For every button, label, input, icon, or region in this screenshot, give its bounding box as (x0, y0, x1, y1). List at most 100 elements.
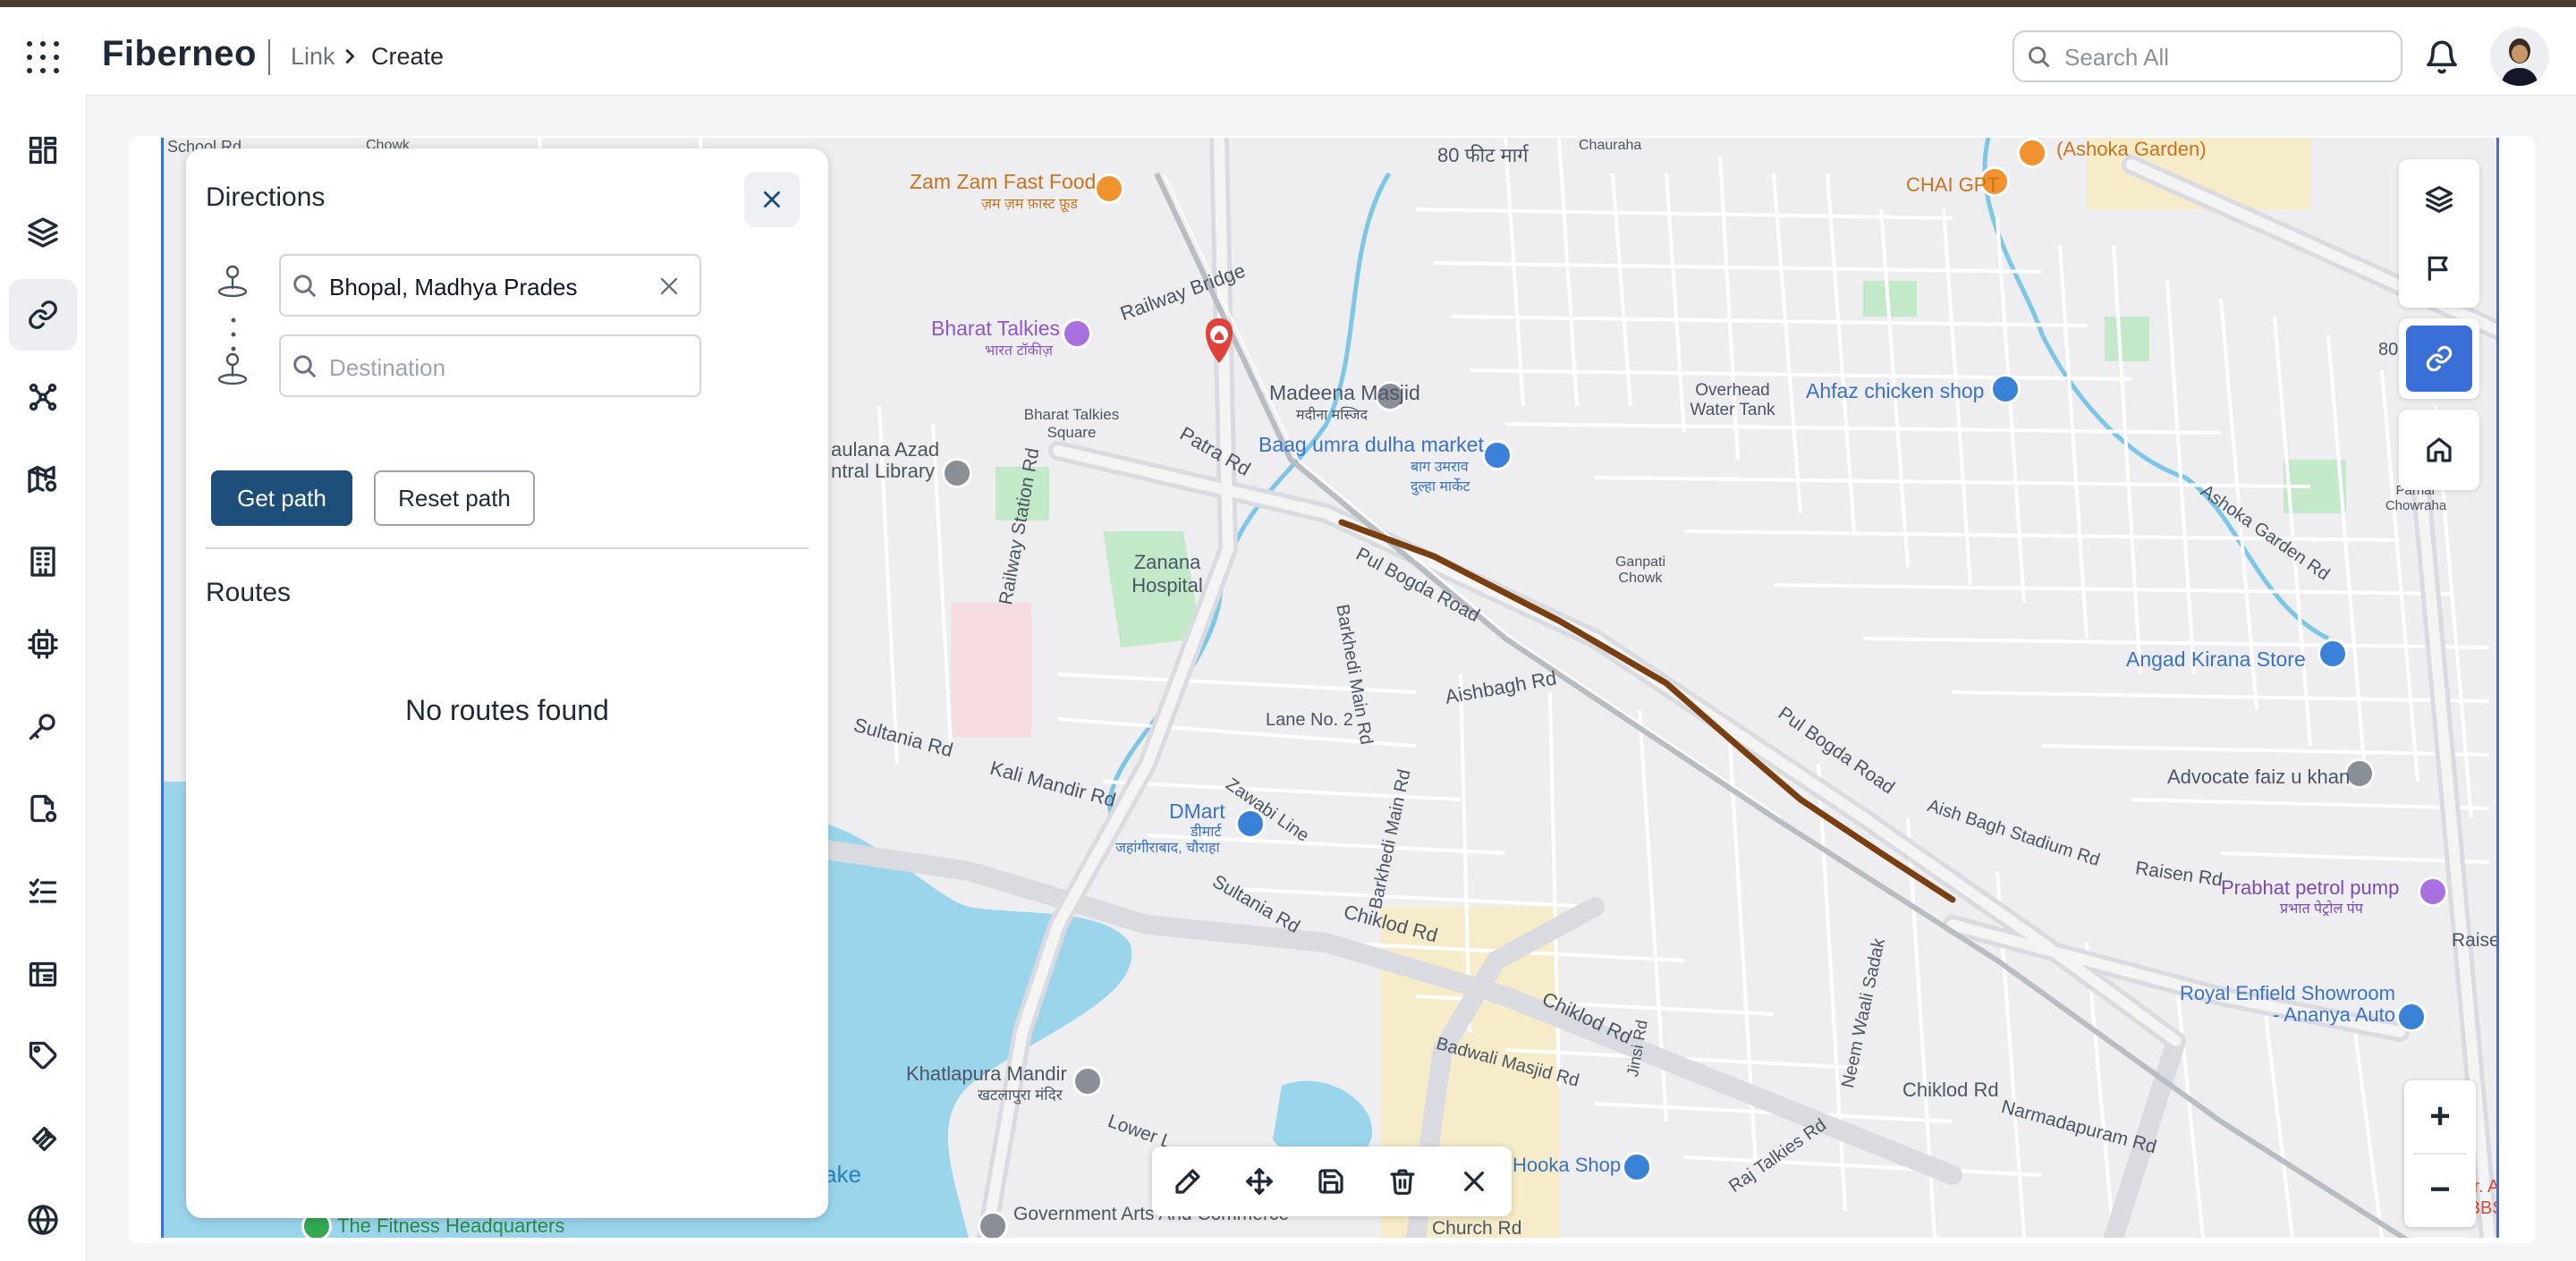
map-label: Bharat Talkies (931, 317, 1061, 340)
angad-store-poi-icon[interactable] (2318, 639, 2348, 669)
sidebar-item-map-settings[interactable] (9, 444, 77, 515)
sidebar-item-box[interactable] (9, 937, 77, 1009)
map-label: Raisen (2452, 930, 2499, 951)
map-label: Advocate faiz u khan (2167, 766, 2351, 788)
globe-icon (28, 1205, 58, 1235)
get-path-button[interactable]: Get path (211, 470, 352, 526)
map-label: ntral Library (831, 460, 936, 482)
ahfaz-shop-poi-icon[interactable] (1990, 374, 2021, 404)
sidebar-item-document-settings[interactable] (9, 773, 77, 844)
delete-button[interactable] (1367, 1147, 1438, 1216)
petrol-pump-poi-icon[interactable] (2418, 876, 2448, 907)
sidebar-item-globe[interactable] (9, 1184, 77, 1256)
sidebar-item-wrench[interactable] (9, 1102, 77, 1173)
network-icon (29, 383, 57, 411)
map-label: Khatlapura Mandir (906, 1062, 1067, 1085)
clear-icon[interactable] (658, 275, 680, 297)
trash-icon (1390, 1169, 1415, 1195)
home-button[interactable] (2399, 410, 2479, 490)
brand-separator (268, 39, 270, 75)
close-icon (764, 191, 780, 207)
link-tool-button[interactable] (2406, 326, 2472, 392)
chevron-right-icon (345, 48, 355, 64)
link-icon (29, 300, 57, 329)
map-label: 80 (2378, 340, 2399, 360)
sidebar-item-layers[interactable] (9, 197, 77, 268)
dashboard-icon (29, 136, 57, 165)
key-icon (29, 714, 55, 741)
bell-icon[interactable] (2424, 39, 2460, 75)
destination-field[interactable]: Destination (279, 334, 701, 397)
hooka-shop-poi-icon[interactable] (1622, 1152, 1652, 1182)
wrench-icon (31, 1126, 57, 1152)
layers-icon (2426, 186, 2453, 213)
map-label: Zanana Hospital (1131, 551, 1203, 597)
flag-button[interactable] (2399, 227, 2479, 308)
apps-grid-icon[interactable] (25, 39, 61, 75)
sidebar-item-key[interactable] (9, 690, 77, 762)
sidebar-item-network[interactable] (9, 361, 77, 433)
link-icon (2426, 345, 2453, 372)
royal-enfield-poi-icon[interactable] (2396, 1002, 2427, 1032)
search-icon (2029, 47, 2050, 68)
map-label: Prabhat petrol pump (2221, 876, 2400, 899)
map-label: ake (824, 1161, 861, 1188)
building-icon (30, 546, 55, 577)
sidebar-item-building[interactable] (9, 526, 77, 597)
map-label: खटलापुरा मंदिर (978, 1087, 1063, 1104)
user-avatar[interactable] (2490, 27, 2549, 86)
pink-area (951, 603, 1031, 737)
map-label: Ganpati Chowk (1614, 554, 1666, 586)
map-label: 80 फीट मार्ग (1437, 144, 1529, 166)
restaurant-poi-icon[interactable] (1094, 173, 1124, 204)
sidebar-item-dashboard[interactable] (9, 114, 77, 186)
box-icon (29, 961, 57, 987)
map-label: Chauraha (1579, 138, 1642, 153)
map-label: Lane No. 2 (1266, 710, 1353, 730)
library-poi-icon[interactable] (942, 458, 972, 488)
directions-title: Directions (206, 182, 326, 212)
top-header: Fiberneo Link Create (27, 7, 2576, 96)
search-input[interactable] (2063, 39, 2388, 75)
source-field[interactable]: Bhopal, Madhya Prades (279, 254, 701, 317)
sidebar-item-chip[interactable] (9, 608, 77, 680)
move-icon (1246, 1168, 1273, 1195)
brand-logo[interactable]: Fiberneo (102, 34, 257, 74)
map-label: जहांगीराबाद, चौराहा (1115, 841, 1220, 856)
zoom-out-button[interactable]: − (2404, 1154, 2476, 1225)
map-control-group (2399, 159, 2479, 308)
map-label: - Ananya Auto (2273, 1003, 2395, 1026)
move-button[interactable] (1224, 1147, 1295, 1216)
cancel-button[interactable] (1438, 1147, 1510, 1216)
shop-poi-icon[interactable] (1482, 440, 1513, 470)
sidebar-item-link[interactable] (9, 279, 77, 351)
save-icon (1318, 1169, 1343, 1194)
chip-icon (28, 629, 58, 659)
breadcrumb-link[interactable]: Link (291, 43, 335, 71)
zoom-in-button[interactable]: + (2404, 1080, 2476, 1152)
close-directions-button[interactable] (744, 172, 800, 227)
sidebar-item-checklist[interactable] (9, 855, 77, 927)
map-label: Church Rd (1432, 1218, 1522, 1238)
directions-panel: Directions Bhopal, Madhya Prades Destina… (186, 148, 828, 1218)
save-button[interactable] (1295, 1147, 1367, 1216)
source-value: Bhopal, Madhya Prades (329, 274, 578, 300)
pencil-icon (1175, 1169, 1200, 1194)
document-settings-icon (30, 794, 57, 823)
temple-poi-icon[interactable] (1072, 1066, 1103, 1096)
no-routes-message: No routes found (405, 694, 609, 726)
college-poi-icon[interactable] (978, 1211, 1008, 1238)
layers-icon (28, 217, 58, 248)
edit-button[interactable] (1152, 1147, 1224, 1216)
map-label: Bharat Talkies Square (1023, 406, 1120, 441)
reset-path-button[interactable]: Reset path (374, 470, 535, 526)
sidebar-item-tag[interactable] (9, 1020, 77, 1091)
global-search[interactable] (2012, 30, 2402, 82)
ashoka-garden-poi-icon[interactable] (2017, 138, 2047, 168)
search-icon (293, 355, 317, 378)
divider (206, 547, 809, 549)
map-settings-icon (28, 465, 57, 494)
zoom-control: + − (2404, 1080, 2476, 1227)
cinema-poi-icon[interactable] (1062, 318, 1092, 349)
map-label: Overhead Water Tank (1690, 381, 1775, 419)
